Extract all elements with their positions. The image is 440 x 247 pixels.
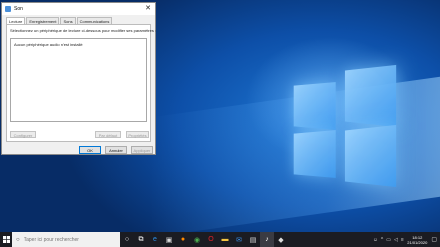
tab-enregistrement[interactable]: Enregistrement xyxy=(26,17,59,24)
start-button[interactable] xyxy=(0,232,12,247)
set-default-button[interactable]: Par défaut xyxy=(95,131,121,138)
task-view-icon[interactable]: ⧉ xyxy=(134,232,148,247)
volume-icon[interactable]: ◁ xyxy=(394,237,398,243)
properties-button[interactable]: Propriétés xyxy=(126,131,149,138)
tab-communications[interactable]: Communications xyxy=(77,17,113,24)
apply-button[interactable]: Appliquer xyxy=(131,146,153,154)
windows-start-icon xyxy=(3,236,10,243)
clock[interactable]: 18:12 21/01/2020 xyxy=(407,235,427,245)
file-explorer-icon[interactable]: ▬ xyxy=(218,232,232,247)
dialog-title: Son xyxy=(14,6,23,12)
network-icon[interactable]: ▭ xyxy=(386,237,391,243)
firefox-icon[interactable]: ● xyxy=(176,232,190,247)
close-button[interactable]: ✕ xyxy=(143,4,153,14)
speaker-icon xyxy=(5,6,11,12)
clock-date: 21/01/2020 xyxy=(407,240,427,245)
playback-panel: Sélectionnez un périphérique de lecture … xyxy=(6,24,151,142)
taskbar-search[interactable]: ○ xyxy=(12,232,120,247)
windows-wallpaper-logo xyxy=(290,68,400,184)
dialog-titlebar[interactable]: Son ✕ xyxy=(2,3,155,15)
store-icon[interactable]: ▣ xyxy=(162,232,176,247)
app-icon[interactable]: ◆ xyxy=(274,232,288,247)
search-icon: ○ xyxy=(16,237,20,243)
notification-icon[interactable]: ▢ xyxy=(431,236,437,243)
edge-icon[interactable]: e xyxy=(148,232,162,247)
tab-bar: Lecture Enregistrement Sons Communicatio… xyxy=(6,17,155,24)
system-tray: ☺ ^ ▭ ◁ ≡ 18:12 21/01/2020 ▢ xyxy=(371,232,440,247)
cortana-icon[interactable]: ○ xyxy=(120,232,134,247)
configure-button[interactable]: Configurer xyxy=(10,131,36,138)
cancel-button[interactable]: Annuler xyxy=(105,146,127,154)
chrome-icon[interactable]: ◉ xyxy=(190,232,204,247)
show-hidden-icon[interactable]: ^ xyxy=(381,237,383,243)
people-icon[interactable]: ☺ xyxy=(373,237,378,243)
tab-sons[interactable]: Sons xyxy=(60,17,75,24)
search-input[interactable] xyxy=(24,237,114,243)
instruction-text: Sélectionnez un périphérique de lecture … xyxy=(10,28,156,33)
sound-settings-icon[interactable]: ♪ xyxy=(260,232,274,247)
language-icon[interactable]: ≡ xyxy=(401,237,404,243)
no-device-message: Aucun périphérique audio n'est installé xyxy=(14,42,83,47)
opera-icon[interactable]: O xyxy=(204,232,218,247)
device-list[interactable]: Aucun périphérique audio n'est installé xyxy=(10,38,147,122)
tab-lecture[interactable]: Lecture xyxy=(6,17,25,24)
taskbar: ○ ○ ⧉ e ▣ ● ◉ O ▬ ✉ ▤ ♪ ◆ ☺ ^ ▭ ◁ ≡ 18:1… xyxy=(0,232,440,247)
sound-dialog: Son ✕ Lecture Enregistrement Sons Commun… xyxy=(1,2,156,155)
photos-icon[interactable]: ▤ xyxy=(246,232,260,247)
ok-button[interactable]: OK xyxy=(79,146,101,154)
mail-icon[interactable]: ✉ xyxy=(232,232,246,247)
